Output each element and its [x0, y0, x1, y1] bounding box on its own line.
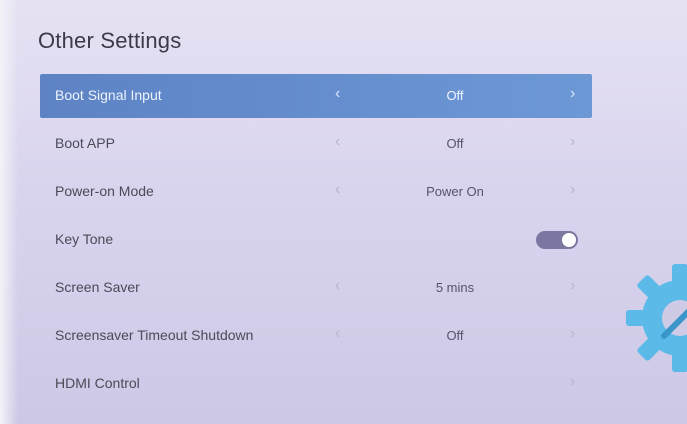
chevron-right-icon[interactable]: › [570, 373, 575, 391]
setting-label: Boot Signal Input [55, 87, 162, 103]
screen-edge-glare [0, 0, 18, 424]
chevron-right-icon[interactable]: › [570, 181, 575, 199]
chevron-right-icon[interactable]: › [570, 277, 575, 295]
setting-label: Power-on Mode [55, 183, 154, 199]
chevron-right-icon[interactable]: › [570, 133, 575, 151]
setting-value: Off [446, 88, 464, 103]
chevron-left-icon[interactable]: ‹ [335, 85, 340, 103]
gear-icon [626, 264, 687, 372]
toggle-knob [562, 233, 576, 247]
setting-row-screensaver-timeout-shutdown[interactable]: Screensaver Timeout Shutdown ‹ Off › [40, 314, 592, 358]
setting-value: Power On [426, 184, 484, 199]
chevron-left-icon[interactable]: ‹ [335, 277, 340, 295]
setting-label: Boot APP [55, 135, 115, 151]
setting-value: Off [446, 328, 464, 343]
key-tone-toggle[interactable] [536, 231, 578, 249]
chevron-left-icon[interactable]: ‹ [335, 181, 340, 199]
setting-label: Screen Saver [55, 279, 140, 295]
setting-row-boot-signal-input[interactable]: Boot Signal Input ‹ Off › [40, 74, 592, 118]
setting-row-boot-app[interactable]: Boot APP ‹ Off › [40, 122, 592, 166]
settings-panel: Other Settings Boot Signal Input ‹ Off ›… [0, 0, 687, 424]
setting-label: Key Tone [55, 231, 114, 247]
setting-row-power-on-mode[interactable]: Power-on Mode ‹ Power On › [40, 170, 592, 214]
setting-row-screen-saver[interactable]: Screen Saver ‹ 5 mins › [40, 266, 592, 310]
chevron-right-icon[interactable]: › [570, 325, 575, 343]
chevron-left-icon[interactable]: ‹ [335, 325, 340, 343]
setting-row-hdmi-control[interactable]: HDMI Control › [40, 362, 592, 406]
chevron-left-icon[interactable]: ‹ [335, 133, 340, 151]
setting-value: Off [446, 136, 464, 151]
setting-row-key-tone[interactable]: Key Tone [40, 218, 592, 262]
setting-value: 5 mins [435, 280, 475, 295]
chevron-right-icon[interactable]: › [570, 85, 575, 103]
setting-label: Screensaver Timeout Shutdown [55, 327, 254, 343]
setting-label: HDMI Control [55, 375, 140, 391]
page-title: Other Settings [38, 28, 182, 53]
